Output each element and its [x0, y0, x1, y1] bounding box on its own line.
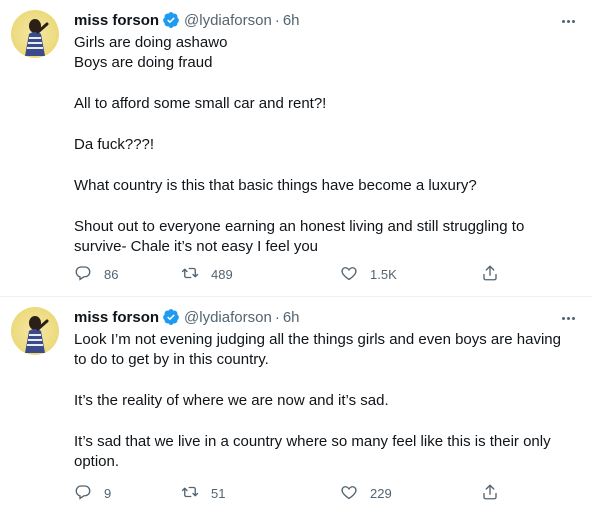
like-icon [340, 264, 358, 285]
tweet-header: miss forson @lydiaforson · 6h [74, 306, 300, 328]
share-icon [481, 483, 499, 504]
verified-badge-icon [162, 308, 180, 326]
timestamp[interactable]: 6h [283, 12, 300, 29]
tweet-line: It’s the reality of where we are now and… [74, 392, 389, 409]
reply-icon [74, 483, 92, 504]
share-icon [481, 264, 499, 285]
tweet-line: All to afford some small car and rent?! [74, 95, 327, 112]
tweet-line: survive- Chale it’s not easy I feel you [74, 238, 319, 255]
separator-dot: · [274, 308, 280, 326]
tweet[interactable]: miss forson @lydiaforson · 6h Girls are … [0, 0, 592, 297]
timestamp[interactable]: 6h [283, 309, 300, 326]
tweet-line: What country is this that basic things h… [74, 177, 477, 194]
verified-badge-icon [162, 11, 180, 29]
like-count: 1.5K [370, 266, 397, 282]
reply-count: 86 [104, 266, 119, 282]
reply-count: 9 [104, 485, 112, 501]
reply-button[interactable]: 86 [74, 264, 118, 284]
retweet-icon [181, 264, 199, 285]
like-icon [340, 483, 358, 504]
tweet-line: It’s sad that we live in a country where… [74, 433, 551, 450]
tweet-line: Look I’m not evening judging all the thi… [74, 331, 561, 348]
retweet-button[interactable]: 51 [181, 483, 225, 503]
display-name[interactable]: miss forson [74, 12, 159, 29]
tweet-text: Girls are doing ashawo Boys are doing fr… [74, 33, 574, 257]
retweet-count: 489 [211, 266, 233, 282]
share-button[interactable] [481, 264, 499, 284]
display-name[interactable]: miss forson [74, 309, 159, 326]
tweet-actions: 9 51 229 [74, 483, 514, 503]
avatar[interactable] [11, 10, 59, 58]
tweet[interactable]: miss forson @lydiaforson · 6h Look I’m n… [0, 297, 592, 513]
tweet-line: Girls are doing ashawo [74, 34, 228, 51]
tweet-text: Look I’m not evening judging all the thi… [74, 330, 574, 472]
retweet-icon [181, 483, 199, 504]
user-handle[interactable]: @lydiaforson [184, 12, 272, 29]
share-button[interactable] [481, 483, 499, 503]
user-handle[interactable]: @lydiaforson [184, 309, 272, 326]
like-button[interactable]: 1.5K [340, 264, 397, 284]
tweet-actions: 86 489 1.5K [74, 264, 514, 284]
tweet-line: Da fuck???! [74, 136, 155, 153]
separator-dot: · [274, 11, 280, 29]
more-icon[interactable] [558, 11, 578, 31]
tweet-line: option. [74, 453, 120, 470]
tweet-header: miss forson @lydiaforson · 6h [74, 9, 300, 31]
tweet-line: Boys are doing fraud [74, 54, 213, 71]
tweet-line: to do to get by in this country. [74, 351, 269, 368]
reply-icon [74, 264, 92, 285]
avatar[interactable] [11, 307, 59, 355]
like-button[interactable]: 229 [340, 483, 392, 503]
tweet-line: Shout out to everyone earning an honest … [74, 218, 525, 235]
more-icon[interactable] [558, 308, 578, 328]
retweet-button[interactable]: 489 [181, 264, 233, 284]
retweet-count: 51 [211, 485, 226, 501]
reply-button[interactable]: 9 [74, 483, 111, 503]
like-count: 229 [370, 485, 392, 501]
